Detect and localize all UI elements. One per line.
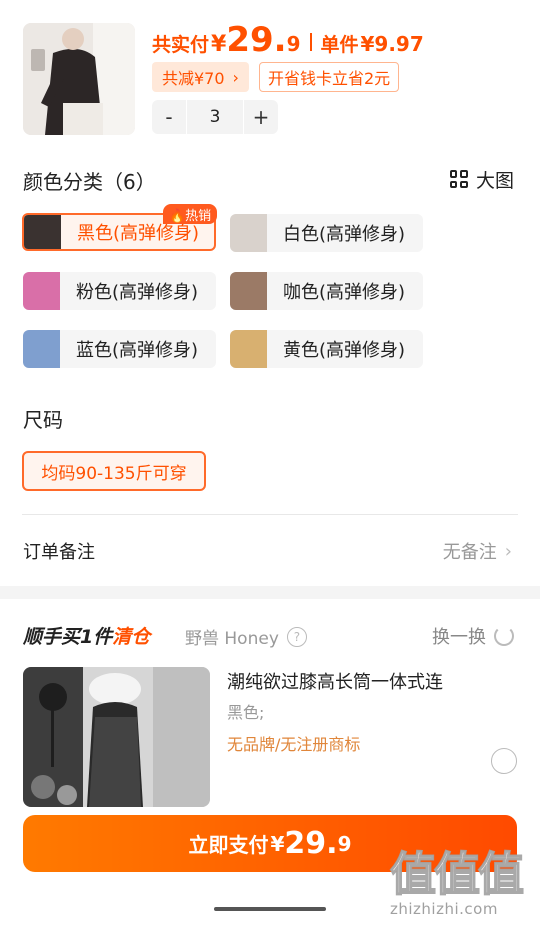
pay-amount-dec: 9 (337, 831, 352, 856)
quantity-minus-button[interactable]: - (152, 100, 186, 134)
watermark: 值值值 zhizhizhi.com (389, 838, 540, 920)
pay-label: 立即支付 (188, 833, 269, 857)
color-swatch-image (23, 330, 60, 368)
quantity-stepper: - 3 + (152, 100, 278, 134)
size-option[interactable]: 均码90-135斤可穿 (22, 451, 206, 491)
home-indicator[interactable] (214, 907, 326, 911)
color-swatch-image (24, 215, 61, 249)
addon-product-image[interactable] (23, 667, 210, 807)
color-option-blue[interactable]: 蓝色(高弹修身) (23, 330, 216, 368)
discount-label: 共减¥70 (162, 69, 225, 88)
addon-shop-name: 野兽 Honey (185, 629, 279, 649)
color-section-title: 颜色分类（6） (23, 170, 156, 194)
grid-icon (449, 170, 468, 188)
help-icon[interactable]: ? (286, 626, 307, 647)
savings-card-badge[interactable]: 开省钱卡立省2元 (259, 62, 400, 92)
addon-product-name[interactable]: 潮纯欲过膝高长筒一体式连 (227, 668, 443, 694)
addon-title-accent: 清仓 (112, 626, 151, 648)
pay-amount-int: 29. (284, 826, 338, 861)
color-option-white[interactable]: 白色(高弹修身) (230, 214, 423, 252)
color-swatch-image (230, 272, 267, 310)
color-option-label: 咖色(高弹修身) (283, 282, 406, 303)
order-note-field[interactable]: 无备注 › (443, 538, 512, 564)
quantity-value[interactable]: 3 (186, 100, 244, 134)
total-price-row: 共实付 ¥ 29. 9 单件 ¥9.97 (152, 20, 424, 64)
chevron-right-icon: › (232, 67, 239, 87)
pay-currency: ¥ (270, 831, 285, 856)
addon-shop: 野兽 Honey ? (185, 624, 307, 649)
color-swatch-image (23, 272, 60, 310)
addon-title-main: 顺手买1件 (23, 626, 113, 648)
size-section-title: 尺码 (23, 408, 63, 432)
addon-select-radio[interactable] (491, 748, 517, 774)
addon-section-title: 顺手买1件清仓 (23, 622, 150, 649)
color-option-label: 蓝色(高弹修身) (76, 340, 199, 361)
discount-badge[interactable]: 共减¥70 › (152, 62, 249, 92)
color-option-coffee[interactable]: 咖色(高弹修身) (230, 272, 423, 310)
chevron-right-icon: › (504, 540, 512, 562)
color-option-pink[interactable]: 粉色(高弹修身) (23, 272, 216, 310)
unit-price: ¥9.97 (360, 32, 424, 56)
color-option-label: 黄色(高弹修身) (283, 340, 406, 361)
savings-card-label: 开省钱卡立省2元 (268, 69, 391, 88)
total-currency: ¥ (211, 32, 227, 57)
watermark-logo: 值值值 (389, 846, 525, 902)
section-separator (0, 586, 540, 599)
total-amount-int: 29. (226, 20, 287, 60)
addon-product-color: 黑色; (227, 703, 265, 722)
big-image-label: 大图 (475, 169, 514, 192)
refresh-icon (494, 626, 514, 646)
color-swatch-image (230, 214, 267, 252)
color-option-label: 白色(高弹修身) (283, 224, 406, 245)
color-option-yellow[interactable]: 黄色(高弹修身) (230, 330, 423, 368)
order-note-value: 无备注 (442, 542, 497, 563)
product-thumbnail[interactable] (23, 23, 135, 135)
total-amount-dec: 9 (286, 32, 301, 56)
addon-product-brand: 无品牌/无注册商标 (227, 735, 361, 754)
price-separator (310, 33, 313, 51)
divider (22, 514, 518, 515)
color-swatch-image (230, 330, 267, 368)
swap-label: 换一换 (432, 627, 486, 648)
hot-sale-badge: 🔥热销 (163, 204, 218, 224)
big-image-toggle[interactable]: 大图 (449, 166, 514, 192)
swap-button[interactable]: 换一换 (432, 623, 514, 649)
quantity-plus-button[interactable]: + (244, 100, 278, 134)
order-note-label: 订单备注 (23, 542, 95, 563)
total-label: 共实付 (152, 34, 210, 56)
unit-price-label: 单件 (320, 34, 359, 56)
color-option-label: 粉色(高弹修身) (76, 282, 199, 303)
